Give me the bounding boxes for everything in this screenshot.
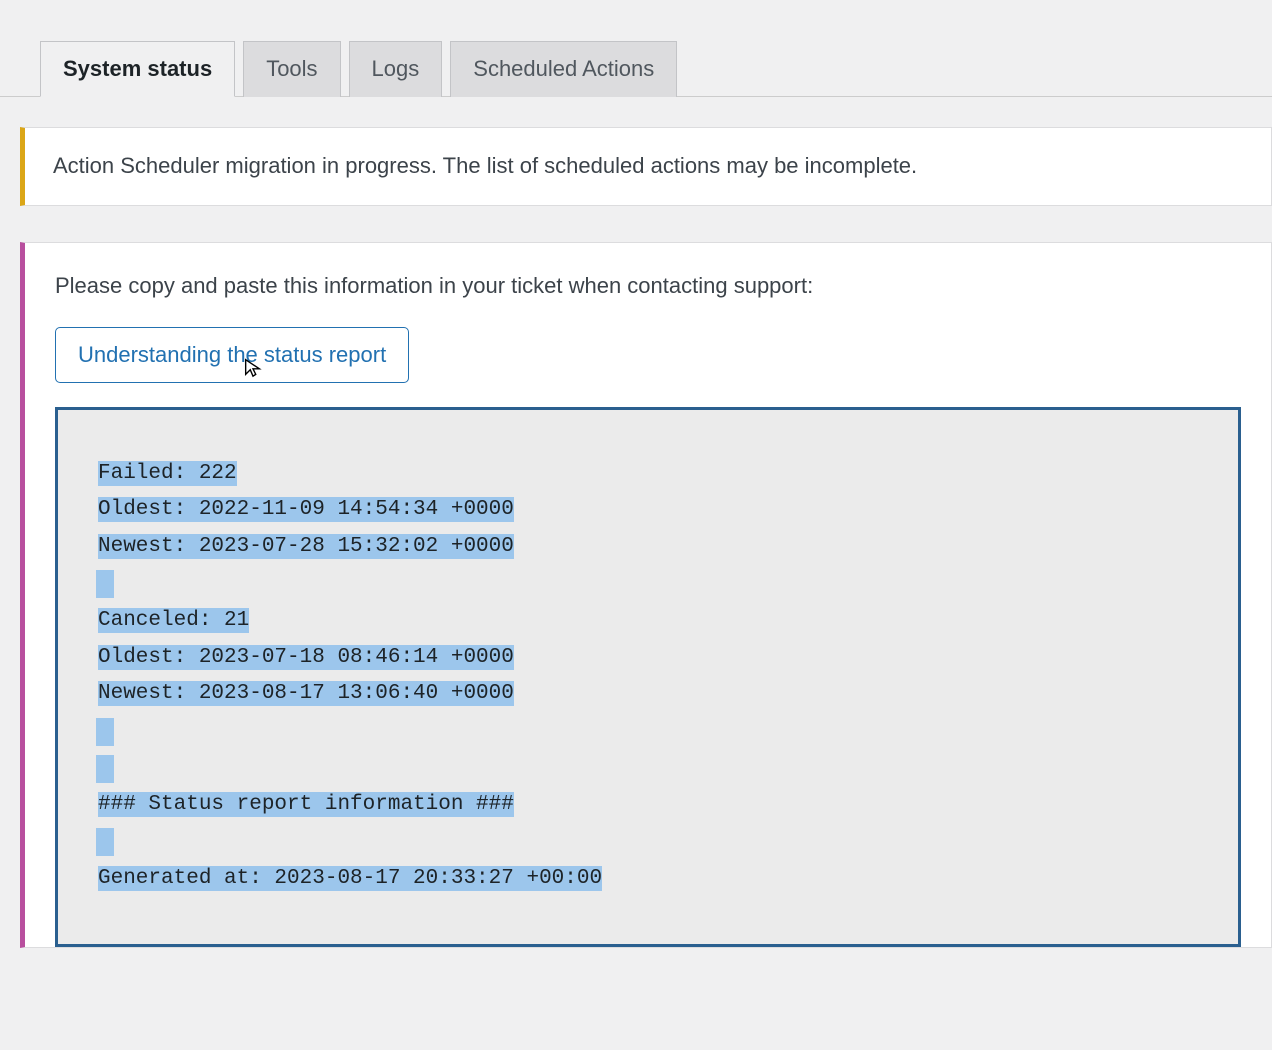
tab-bar: System status Tools Logs Scheduled Actio… [0, 0, 1272, 97]
panel-intro-text: Please copy and paste this information i… [55, 273, 1241, 299]
tab-tools[interactable]: Tools [243, 41, 340, 97]
report-section-header: ### Status report information ### [98, 792, 514, 817]
report-generated-at: Generated at: 2023-08-17 20:33:27 +00:00 [98, 866, 602, 891]
selection-continuation [96, 718, 114, 746]
report-failed-count: Failed: 222 [98, 461, 237, 486]
report-canceled-newest: Newest: 2023-08-17 13:06:40 +0000 [98, 681, 514, 706]
notice-text: Action Scheduler migration in progress. … [53, 153, 917, 178]
button-label: Understanding the status report [78, 342, 386, 367]
report-failed-oldest: Oldest: 2022-11-09 14:54:34 +0000 [98, 497, 514, 522]
selection-continuation [96, 755, 114, 783]
report-canceled-count: Canceled: 21 [98, 608, 249, 633]
content-area: Action Scheduler migration in progress. … [0, 97, 1272, 948]
migration-warning-notice: Action Scheduler migration in progress. … [20, 127, 1272, 206]
report-canceled-oldest: Oldest: 2023-07-18 08:46:14 +0000 [98, 645, 514, 670]
tab-system-status[interactable]: System status [40, 41, 235, 97]
report-failed-newest: Newest: 2023-07-28 15:32:02 +0000 [98, 534, 514, 559]
status-report-panel: Please copy and paste this information i… [20, 242, 1272, 948]
tab-logs[interactable]: Logs [349, 41, 443, 97]
tab-scheduled-actions[interactable]: Scheduled Actions [450, 41, 677, 97]
selection-continuation [96, 828, 114, 856]
status-report-textarea[interactable]: Failed: 222 Oldest: 2022-11-09 14:54:34 … [55, 407, 1241, 947]
understanding-status-report-button[interactable]: Understanding the status report [55, 327, 409, 383]
selection-continuation [96, 570, 114, 598]
